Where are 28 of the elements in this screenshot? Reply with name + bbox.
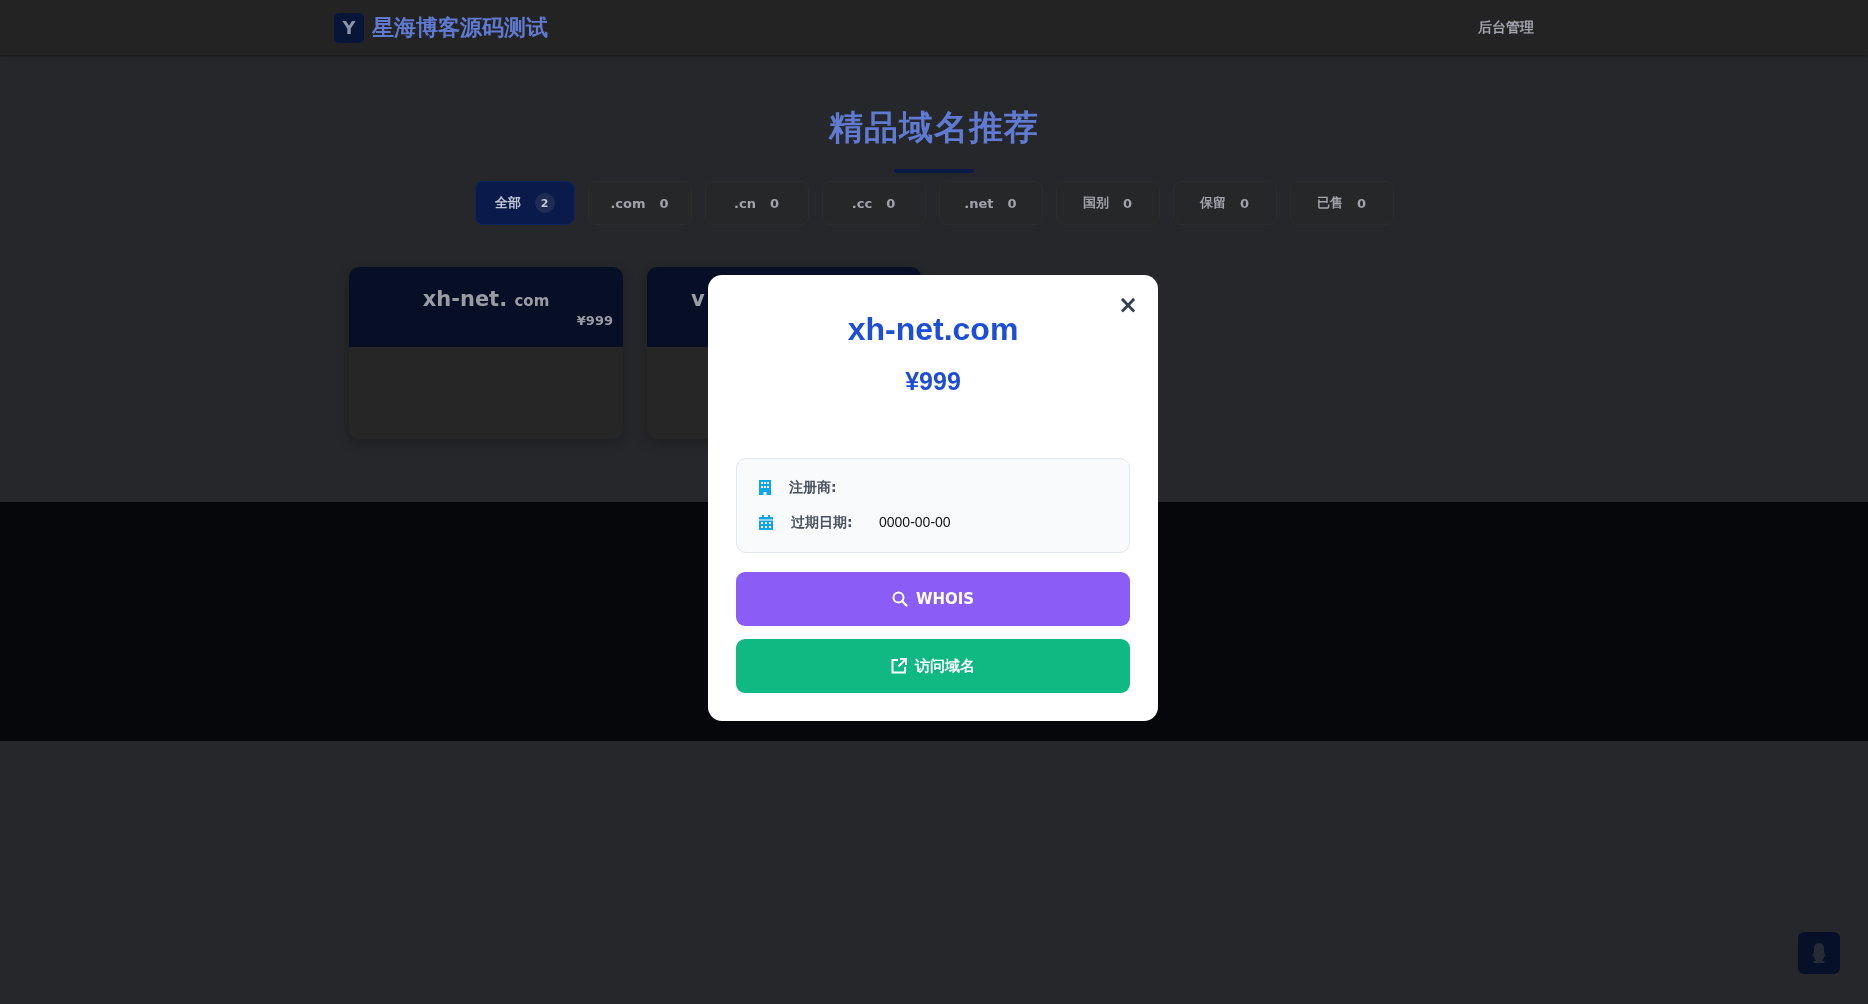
info-value: 0000-00-00 bbox=[879, 514, 951, 530]
close-button[interactable]: × bbox=[1113, 289, 1142, 321]
logo-icon[interactable]: Y bbox=[334, 12, 364, 43]
modal-domain-title: xh-net.com bbox=[847, 311, 1019, 348]
info-label: 注册商: bbox=[789, 479, 838, 495]
domain-name: xh-net. com bbox=[422, 287, 550, 313]
site-title: 星海博客源码测试 bbox=[372, 13, 548, 42]
external-link-icon bbox=[891, 658, 907, 674]
filter-tab[interactable]: .cn 0 bbox=[704, 181, 809, 225]
filter-tab[interactable]: .cc 0 bbox=[821, 181, 926, 225]
section-title: 精品域名推荐 bbox=[829, 106, 1039, 149]
filter-tab[interactable]: .net 0 bbox=[938, 181, 1043, 225]
whois-button[interactable]: WHOIS bbox=[736, 572, 1130, 626]
penguin-icon[interactable] bbox=[1810, 942, 1828, 964]
calendar-icon bbox=[759, 514, 773, 530]
search-icon bbox=[891, 591, 908, 607]
building-icon bbox=[759, 479, 771, 495]
info-label: 过期日期: bbox=[791, 514, 854, 530]
filter-tab[interactable]: 已售 0 bbox=[1289, 181, 1394, 225]
domain-name: v bbox=[691, 287, 705, 313]
domain-card[interactable]: xh-net. com ¥999 bbox=[349, 267, 623, 439]
filter-tab[interactable]: 保留 0 bbox=[1172, 181, 1277, 225]
domain-price: ¥999 bbox=[576, 313, 613, 328]
filter-tab[interactable]: .com 0 bbox=[587, 181, 692, 225]
modal-price: ¥999 bbox=[905, 367, 961, 396]
filter-tab[interactable]: 国别 0 bbox=[1055, 181, 1160, 225]
filter-tab[interactable]: 全部 2 bbox=[474, 181, 575, 225]
admin-link[interactable]: 后台管理 bbox=[1478, 18, 1534, 37]
